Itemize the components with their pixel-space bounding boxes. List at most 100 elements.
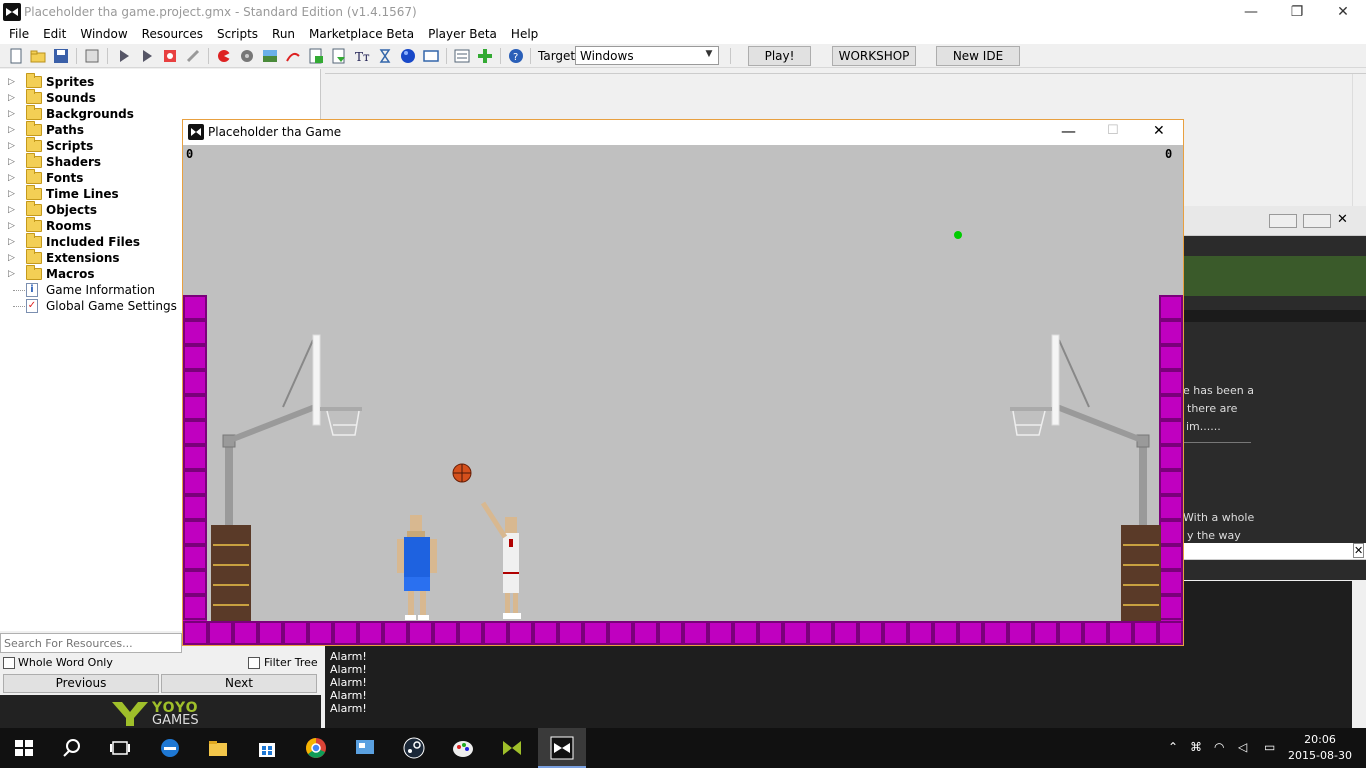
clock-date[interactable]: 2015-08-30 bbox=[1286, 749, 1354, 762]
expand-arrow-icon[interactable]: ▷ bbox=[8, 202, 16, 218]
notification-icon[interactable]: ▭ bbox=[1264, 740, 1275, 754]
chrome-icon[interactable] bbox=[304, 736, 328, 760]
output-scrollbar[interactable] bbox=[1352, 581, 1366, 728]
script-icon[interactable] bbox=[308, 48, 324, 64]
file-explorer-icon[interactable] bbox=[206, 736, 230, 760]
yoyo-games-mark bbox=[112, 702, 148, 726]
tree-folder-sounds[interactable]: ▷ Sounds bbox=[0, 89, 320, 106]
right-hoop bbox=[1010, 334, 1161, 621]
task-view-icon[interactable] bbox=[108, 736, 132, 760]
gamemaker-icon bbox=[3, 3, 21, 21]
debug-run-icon[interactable] bbox=[139, 48, 155, 64]
menu-edit[interactable]: Edit bbox=[36, 27, 73, 41]
game-settings-icon[interactable] bbox=[454, 48, 470, 64]
filter-tree-checkbox[interactable] bbox=[248, 657, 260, 669]
expand-arrow-icon[interactable]: ▷ bbox=[8, 106, 16, 122]
output-line: Alarm! bbox=[330, 676, 367, 689]
expand-arrow-icon[interactable]: ▷ bbox=[8, 138, 16, 154]
expand-arrow-icon[interactable]: ▷ bbox=[8, 122, 16, 138]
expand-arrow-icon[interactable]: ▷ bbox=[8, 250, 16, 266]
window-title: Placeholder tha game.project.gmx - Stand… bbox=[24, 5, 417, 19]
menu-file[interactable]: File bbox=[2, 27, 36, 41]
minimize-button[interactable]: — bbox=[1228, 0, 1274, 24]
expand-arrow-icon[interactable]: ▷ bbox=[8, 90, 16, 106]
steam-icon[interactable] bbox=[402, 736, 426, 760]
edge-browser-icon[interactable] bbox=[158, 736, 182, 760]
room-icon[interactable] bbox=[423, 48, 439, 64]
expand-arrow-icon[interactable]: ▷ bbox=[8, 170, 16, 186]
path-icon[interactable] bbox=[285, 48, 301, 64]
control-panel-icon[interactable] bbox=[353, 736, 377, 760]
close-button[interactable]: ✕ bbox=[1320, 0, 1366, 24]
menu-resources[interactable]: Resources bbox=[135, 27, 210, 41]
help-icon[interactable]: ? bbox=[508, 48, 524, 64]
target-select[interactable]: Windows ▼ bbox=[575, 46, 719, 65]
pane-close-icon[interactable]: ✕ bbox=[1337, 212, 1348, 227]
background-icon[interactable] bbox=[262, 48, 278, 64]
white-player[interactable] bbox=[480, 501, 521, 619]
expand-arrow-icon[interactable]: ▷ bbox=[8, 154, 16, 170]
pane-minimize-button[interactable] bbox=[1269, 214, 1297, 228]
toolbar-separator bbox=[208, 48, 209, 64]
expand-arrow-icon[interactable]: ▷ bbox=[8, 266, 16, 282]
next-button[interactable]: Next bbox=[161, 674, 317, 693]
store-icon[interactable] bbox=[255, 736, 279, 760]
folder-icon bbox=[26, 169, 42, 184]
workshop-button[interactable]: WORKSHOP bbox=[832, 46, 916, 66]
play-button[interactable]: Play! bbox=[748, 46, 811, 66]
menu-player-beta[interactable]: Player Beta bbox=[421, 27, 504, 41]
previous-button[interactable]: Previous bbox=[3, 674, 159, 693]
game-maximize-button[interactable]: ☐ bbox=[1107, 123, 1119, 138]
chevron-down-icon: ▼ bbox=[705, 49, 713, 59]
new-ide-button[interactable]: New IDE bbox=[936, 46, 1020, 66]
output-line: Alarm! bbox=[330, 689, 367, 702]
active-game-task[interactable] bbox=[538, 728, 586, 768]
restore-button[interactable]: ❐ bbox=[1274, 0, 1320, 24]
whole-word-checkbox[interactable] bbox=[3, 657, 15, 669]
timeline-icon[interactable] bbox=[377, 48, 393, 64]
basketball[interactable] bbox=[452, 463, 472, 483]
windows-start-icon[interactable] bbox=[12, 736, 36, 760]
game-canvas[interactable]: 0 0 bbox=[183, 145, 1183, 645]
folder-icon bbox=[26, 153, 42, 168]
search-icon[interactable] bbox=[60, 736, 84, 760]
tray-chevron-up-icon[interactable]: ⌃ bbox=[1168, 740, 1178, 754]
run-icon[interactable] bbox=[116, 48, 132, 64]
volume-icon[interactable]: ◁ bbox=[1238, 740, 1247, 754]
open-project-icon[interactable] bbox=[30, 48, 46, 64]
pane-restore-button[interactable] bbox=[1303, 214, 1331, 228]
tree-folder-sprites[interactable]: ▷ Sprites bbox=[0, 73, 320, 90]
wifi-icon[interactable]: ◠ bbox=[1214, 740, 1224, 754]
menu-scripts[interactable]: Scripts bbox=[210, 27, 265, 41]
add-extension-icon[interactable] bbox=[477, 48, 493, 64]
clock-time[interactable]: 20:06 bbox=[1290, 733, 1350, 746]
new-project-icon[interactable] bbox=[8, 48, 24, 64]
save-icon[interactable] bbox=[53, 48, 69, 64]
create-executable-icon[interactable] bbox=[84, 48, 100, 64]
expand-arrow-icon[interactable]: ▷ bbox=[8, 234, 16, 250]
tree-connector bbox=[13, 290, 25, 291]
game-close-button[interactable]: ✕ bbox=[1153, 123, 1165, 139]
menu-help[interactable]: Help bbox=[504, 27, 545, 41]
pane-close-small-icon[interactable]: ✕ bbox=[1353, 543, 1365, 558]
input-method-icon[interactable]: ⌘ bbox=[1190, 740, 1202, 754]
sound-icon[interactable] bbox=[239, 48, 255, 64]
object-icon[interactable] bbox=[400, 48, 416, 64]
menu-marketplace-beta[interactable]: Marketplace Beta bbox=[302, 27, 421, 41]
menu-run[interactable]: Run bbox=[265, 27, 302, 41]
font-icon[interactable]: Tт bbox=[354, 48, 370, 64]
shader-icon[interactable] bbox=[331, 48, 347, 64]
ide-titlebar: Placeholder tha game.project.gmx - Stand… bbox=[0, 0, 1366, 24]
blue-player[interactable] bbox=[397, 515, 437, 620]
gamemaker-taskbar-icon[interactable] bbox=[500, 736, 524, 760]
stop-icon[interactable] bbox=[162, 48, 178, 64]
game-minimize-button[interactable]: — bbox=[1061, 122, 1076, 140]
clean-icon[interactable] bbox=[185, 48, 201, 64]
search-resources-input[interactable] bbox=[0, 633, 182, 653]
paint-icon[interactable] bbox=[451, 736, 475, 760]
sprite-icon[interactable] bbox=[216, 48, 232, 64]
expand-arrow-icon[interactable]: ▷ bbox=[8, 186, 16, 202]
expand-arrow-icon[interactable]: ▷ bbox=[8, 218, 16, 234]
menu-window[interactable]: Window bbox=[73, 27, 134, 41]
expand-arrow-icon[interactable]: ▷ bbox=[8, 74, 16, 90]
